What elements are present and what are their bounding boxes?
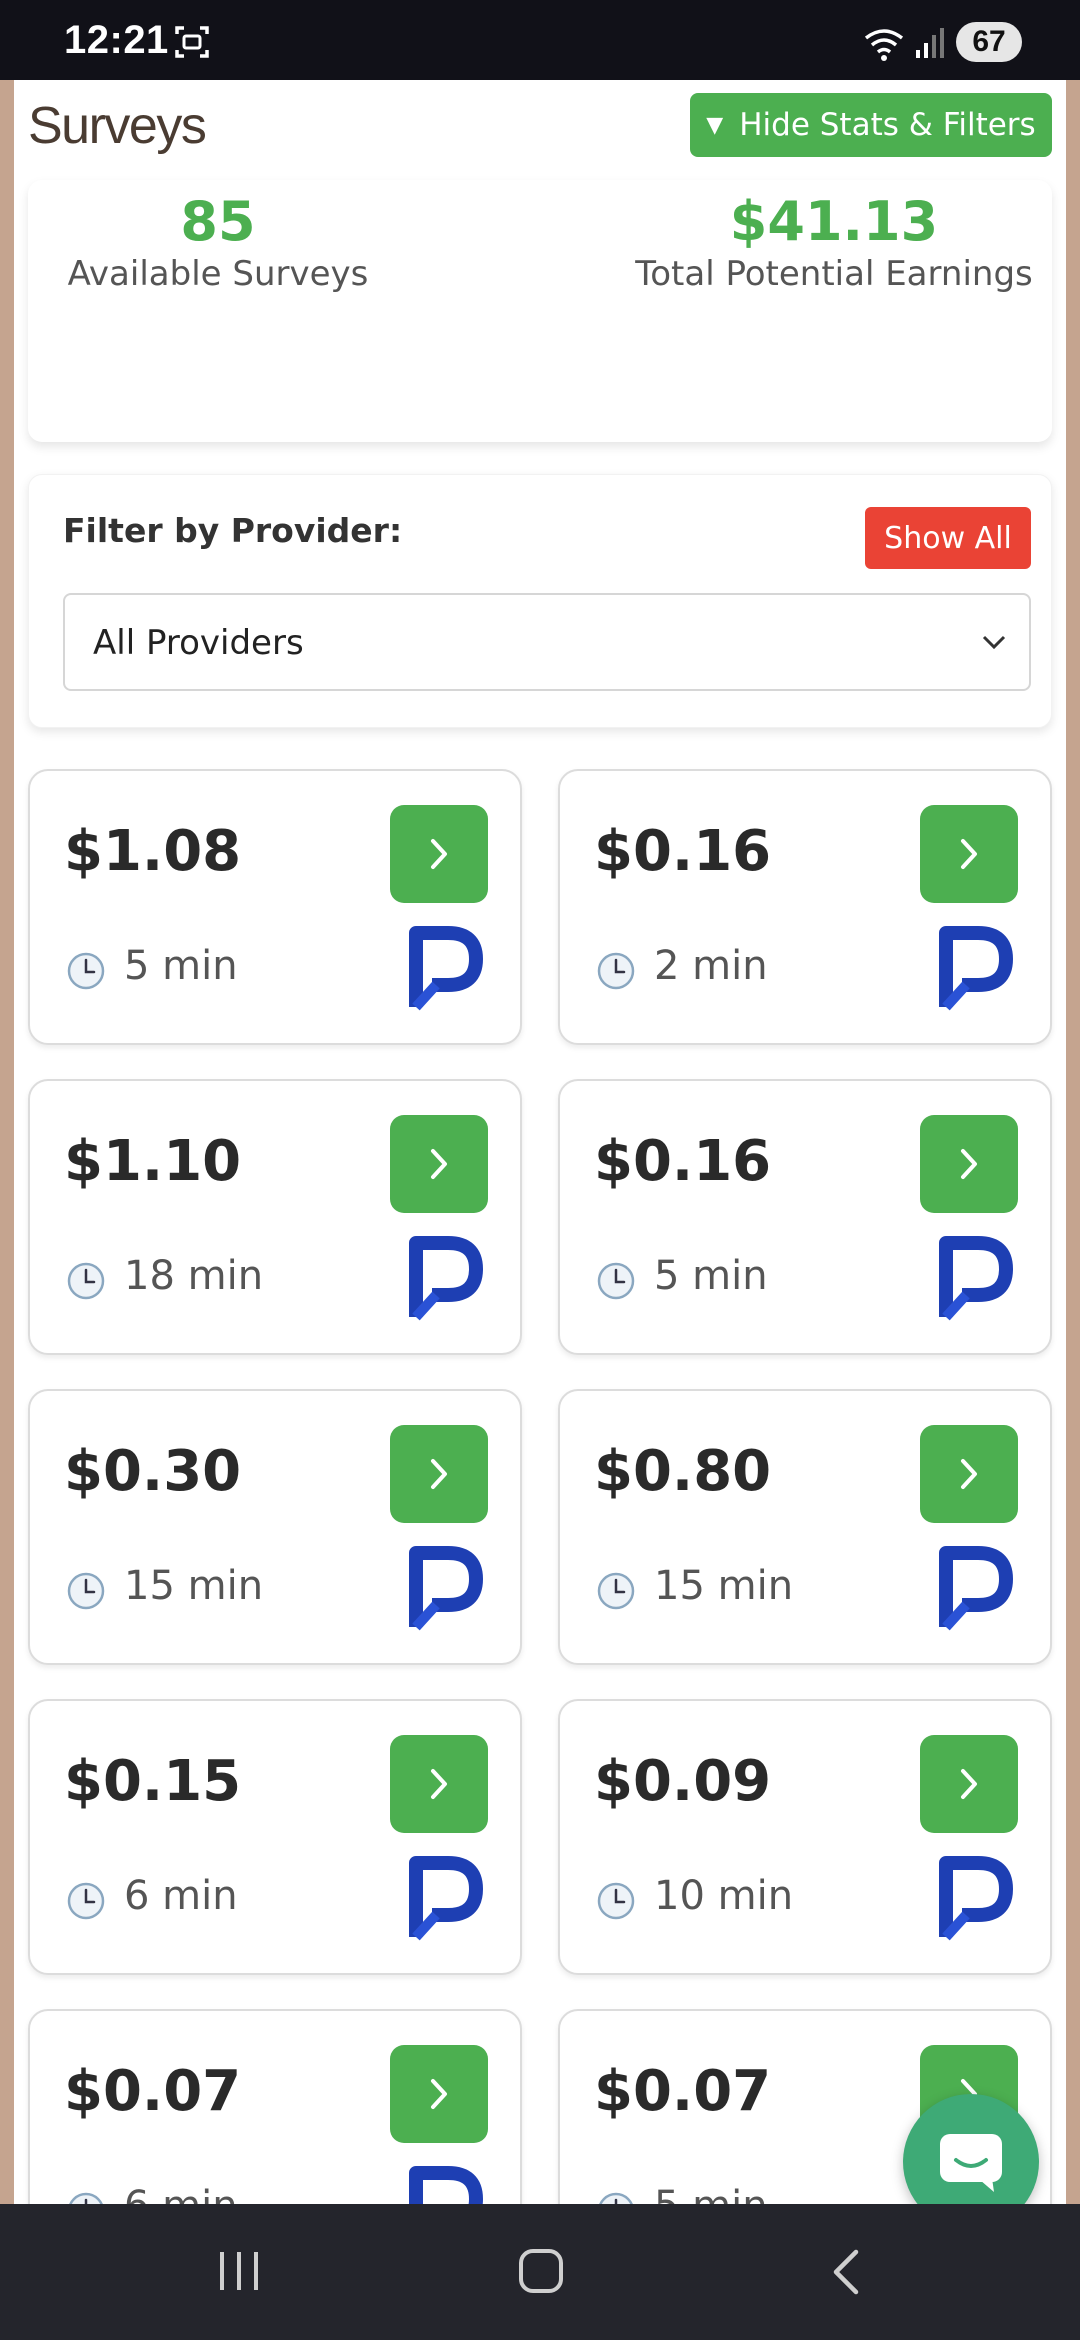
back-icon[interactable] xyxy=(830,2248,860,2296)
survey-price: $0.07 xyxy=(64,2059,242,2124)
clock-icon xyxy=(597,1262,635,1300)
survey-duration: 15 min xyxy=(124,1563,264,1609)
clock-icon xyxy=(599,2192,633,2204)
surveys-page: Surveys ▼ Hide Stats & Filters 85 Availa… xyxy=(14,80,1066,2204)
app-frame: Surveys ▼ Hide Stats & Filters 85 Availa… xyxy=(0,80,1080,2204)
start-survey-button[interactable] xyxy=(390,2045,488,2143)
chat-bubble-icon xyxy=(940,2134,1002,2192)
total-earnings-label: Total Potential Earnings xyxy=(635,254,1033,294)
clock-icon xyxy=(597,1882,635,1920)
survey-duration: 5 min xyxy=(124,943,238,989)
chevron-right-icon xyxy=(961,1459,977,1489)
survey-card[interactable]: $0.16 2 min xyxy=(558,769,1052,1045)
page-title: Surveys xyxy=(28,97,207,155)
chevron-right-icon xyxy=(431,839,447,869)
signal-icon xyxy=(916,28,944,58)
clock-icon xyxy=(597,1572,635,1610)
provider-p-logo-icon xyxy=(939,1236,1013,1321)
clock-icon xyxy=(67,952,105,990)
survey-card[interactable]: $0.16 5 min xyxy=(558,1079,1052,1355)
hide-stats-filters-label: Hide Stats & Filters xyxy=(739,107,1036,143)
total-earnings-value: $41.13 xyxy=(729,190,939,253)
clock-icon xyxy=(67,1572,105,1610)
survey-duration: 6 min xyxy=(124,1873,238,1919)
provider-p-logo-icon xyxy=(939,1856,1013,1941)
battery-indicator: 67 xyxy=(956,22,1022,62)
total-earnings-stat: $41.13 Total Potential Earnings xyxy=(614,192,1054,296)
start-survey-button[interactable] xyxy=(390,805,488,903)
survey-price: $1.08 xyxy=(64,819,242,884)
home-icon[interactable] xyxy=(518,2248,564,2294)
start-survey-button[interactable] xyxy=(920,1115,1018,1213)
chevron-down-icon xyxy=(982,635,1006,650)
provider-p-logo-icon xyxy=(409,926,483,1011)
provider-p-logo-icon xyxy=(409,1546,483,1631)
chevron-right-icon xyxy=(961,1769,977,1799)
clock-icon xyxy=(597,952,635,990)
chevron-right-icon xyxy=(431,1769,447,1799)
start-survey-button[interactable] xyxy=(920,1735,1018,1833)
provider-select-value: All Providers xyxy=(93,623,304,663)
survey-price: $0.07 xyxy=(594,2059,772,2124)
survey-price: $0.16 xyxy=(594,1129,772,1194)
survey-price: $0.80 xyxy=(594,1439,772,1504)
provider-p-logo-icon xyxy=(409,1856,483,1941)
start-survey-button[interactable] xyxy=(390,1115,488,1213)
survey-duration: 6 min xyxy=(124,2183,238,2204)
survey-card[interactable]: $0.80 15 min xyxy=(558,1389,1052,1665)
survey-duration: 15 min xyxy=(654,1563,794,1609)
chevron-right-icon xyxy=(961,839,977,869)
screenshot-icon xyxy=(175,26,209,58)
start-survey-button[interactable] xyxy=(920,805,1018,903)
survey-price: $0.15 xyxy=(64,1749,242,1814)
survey-duration: 2 min xyxy=(654,943,768,989)
hide-stats-filters-button[interactable]: ▼ Hide Stats & Filters xyxy=(690,93,1052,157)
start-survey-button[interactable] xyxy=(390,1425,488,1523)
filter-by-provider-label: Filter by Provider: xyxy=(63,511,403,550)
provider-p-logo-icon xyxy=(409,2166,483,2204)
start-survey-button[interactable] xyxy=(920,1425,1018,1523)
survey-card[interactable]: $0.09 10 min xyxy=(558,1699,1052,1975)
survey-price: $1.10 xyxy=(64,1129,242,1194)
triangle-down-icon: ▼ xyxy=(706,112,724,138)
provider-select[interactable]: All Providers xyxy=(63,593,1031,691)
survey-duration: 5 min xyxy=(654,2183,768,2204)
provider-p-logo-icon xyxy=(409,1236,483,1321)
start-survey-button[interactable] xyxy=(390,1735,488,1833)
chevron-right-icon xyxy=(431,2079,447,2109)
survey-card[interactable]: $0.07 6 min xyxy=(28,2009,522,2204)
wifi-icon xyxy=(864,29,904,61)
survey-grid: $1.08 5 min $0.16 2 min $1.10 18 min $0.16 5 mi… xyxy=(28,689,1052,2204)
survey-card[interactable]: $0.15 6 min xyxy=(28,1699,522,1975)
provider-p-logo-icon xyxy=(939,926,1013,1011)
survey-card[interactable]: $1.10 18 min xyxy=(28,1079,522,1355)
recent-apps-icon[interactable] xyxy=(216,2250,262,2292)
chevron-right-icon xyxy=(431,1459,447,1489)
clock-icon xyxy=(67,1262,105,1300)
survey-duration: 18 min xyxy=(124,1253,264,1299)
provider-p-logo-icon xyxy=(939,1546,1013,1631)
survey-price: $0.09 xyxy=(594,1749,772,1814)
survey-duration: 10 min xyxy=(654,1873,794,1919)
chevron-right-icon xyxy=(431,1149,447,1179)
available-surveys-count: 85 xyxy=(180,190,256,253)
clock-icon xyxy=(67,1882,105,1920)
clock-icon xyxy=(69,2192,103,2204)
status-bar: 12:21 67 xyxy=(0,0,1080,80)
status-time: 12:21 xyxy=(64,18,169,62)
available-surveys-stat: 85 Available Surveys xyxy=(28,192,408,296)
survey-card[interactable]: $0.30 15 min xyxy=(28,1389,522,1665)
show-all-button[interactable]: Show All xyxy=(865,507,1031,569)
system-nav-bar xyxy=(0,2204,1080,2340)
survey-price: $0.30 xyxy=(64,1439,242,1504)
chevron-right-icon xyxy=(961,1149,977,1179)
survey-price: $0.16 xyxy=(594,819,772,884)
survey-duration: 5 min xyxy=(654,1253,768,1299)
survey-card[interactable]: $1.08 5 min xyxy=(28,769,522,1045)
available-surveys-label: Available Surveys xyxy=(67,254,369,294)
